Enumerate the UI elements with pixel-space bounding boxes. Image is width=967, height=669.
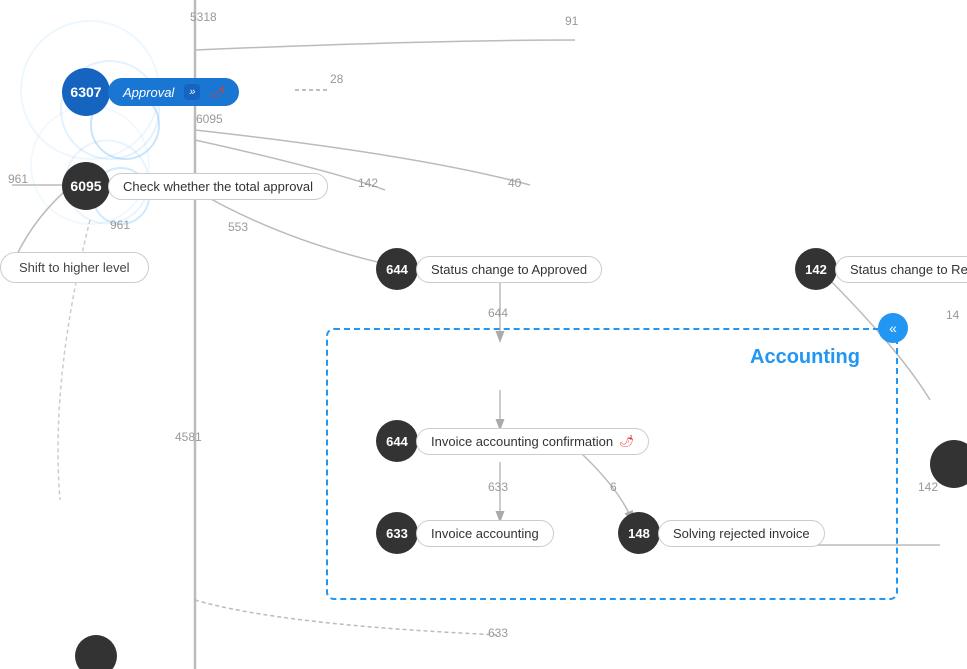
double-chevron-icon: » bbox=[184, 84, 200, 100]
node-circle-6095: 6095 bbox=[62, 162, 110, 210]
chevron-left-icon: « bbox=[889, 320, 897, 336]
node-circle-bottom-right bbox=[930, 440, 967, 488]
edge-label-14: 14 bbox=[946, 308, 959, 322]
edge-label-28: 28 bbox=[330, 72, 343, 86]
node-bottom-left[interactable] bbox=[75, 635, 117, 669]
edge-label-142-up: 142 bbox=[358, 176, 378, 190]
node-6095[interactable]: 6095 Check whether the total approval bbox=[62, 162, 328, 210]
node-circle-bottom-left bbox=[75, 635, 117, 669]
workflow-canvas: 5318 28 6095 961 961 553 142 40 91 644 4… bbox=[0, 0, 967, 669]
shift-node-label: Shift to higher level bbox=[19, 260, 130, 275]
node-6307[interactable]: 6307 Approval » 🌶 bbox=[62, 68, 239, 116]
node-label-644-status: Status change to Approved bbox=[416, 256, 602, 283]
shift-higher-level-node[interactable]: Shift to higher level bbox=[0, 252, 149, 283]
edge-label-40: 40 bbox=[508, 176, 521, 190]
node-circle-148: 148 bbox=[618, 512, 660, 554]
edge-label-961: 961 bbox=[110, 218, 130, 232]
chili-icon-6307: 🌶 bbox=[208, 85, 223, 99]
node-142-status[interactable]: 142 Status change to Rejected bbox=[795, 248, 967, 290]
node-label-644-invoice: Invoice accounting confirmation 🌶 bbox=[416, 428, 649, 455]
edge-label-4581: 4581 bbox=[175, 430, 202, 444]
node-bottom-right[interactable] bbox=[930, 440, 967, 488]
edge-label-644: 644 bbox=[488, 306, 508, 320]
edge-label-5318: 5318 bbox=[190, 10, 217, 24]
node-label-142-status: Status change to Rejected bbox=[835, 256, 967, 283]
node-label-633-invoice: Invoice accounting bbox=[416, 520, 554, 547]
node-circle-644-status: 644 bbox=[376, 248, 418, 290]
edge-label-961-left: 961 bbox=[8, 172, 28, 186]
node-label-148: Solving rejected invoice bbox=[658, 520, 825, 547]
node-circle-142-status: 142 bbox=[795, 248, 837, 290]
node-circle-633-invoice: 633 bbox=[376, 512, 418, 554]
node-label-6307: Approval » 🌶 bbox=[108, 78, 239, 106]
node-circle-644-invoice: 644 bbox=[376, 420, 418, 462]
node-label-6095: Check whether the total approval bbox=[108, 173, 328, 200]
node-633-invoice[interactable]: 633 Invoice accounting bbox=[376, 512, 554, 554]
node-644-status[interactable]: 644 Status change to Approved bbox=[376, 248, 602, 290]
chili-icon-644-invoice: 🌶 bbox=[619, 434, 634, 448]
node-circle-6307: 6307 bbox=[62, 68, 110, 116]
accounting-label: Accounting bbox=[750, 346, 860, 369]
edge-label-91: 91 bbox=[565, 14, 578, 28]
edge-label-633-bottom: 633 bbox=[488, 626, 508, 640]
node-644-invoice[interactable]: 644 Invoice accounting confirmation 🌶 bbox=[376, 420, 649, 462]
edge-label-553: 553 bbox=[228, 220, 248, 234]
accounting-collapse-button[interactable]: « bbox=[878, 313, 908, 343]
node-148[interactable]: 148 Solving rejected invoice bbox=[618, 512, 825, 554]
